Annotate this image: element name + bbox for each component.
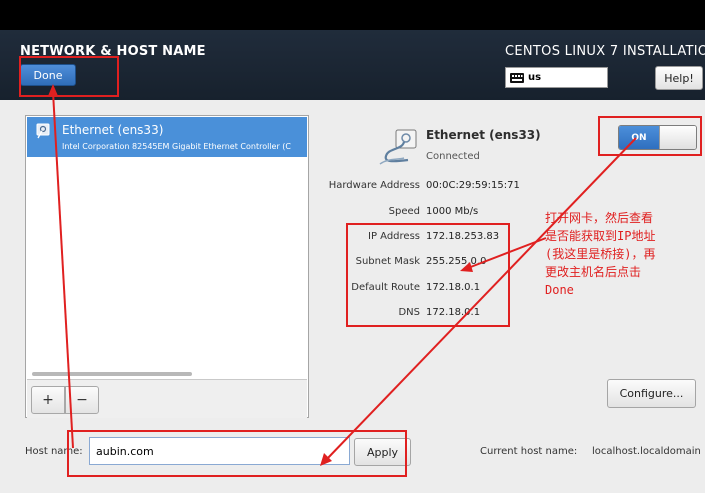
annotation-line: (我这里是桥接)，再 [545,247,656,261]
annotation-note: 打开网卡，然后查看 是否能获取到IP地址 (我这里是桥接)，再 更改主机名后点击… [545,209,695,299]
annotation-line: Done [545,283,574,297]
annotation-line: 打开网卡，然后查看 [545,211,654,225]
annotation-line: 更改主机名后点击 [545,265,642,279]
annotation-line: 是否能获取到IP地址 [545,229,656,243]
